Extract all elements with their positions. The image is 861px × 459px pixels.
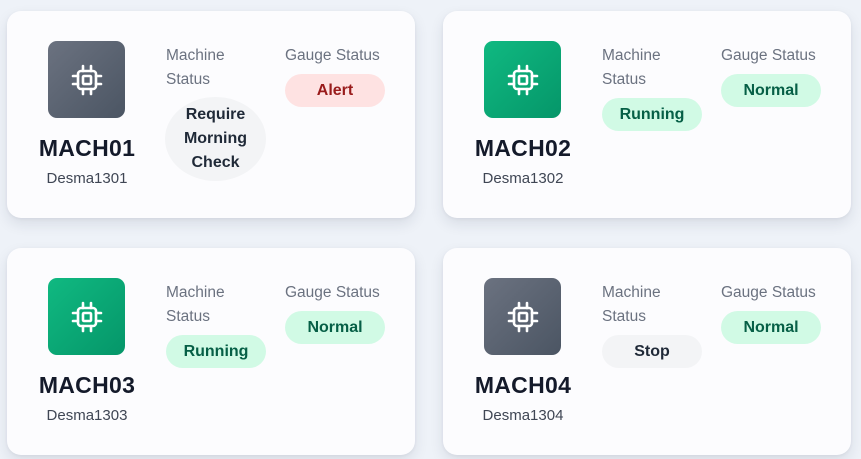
machine-id: MACH04 — [474, 372, 572, 398]
machine-model: Desma1304 — [482, 407, 564, 424]
machine-grid: MACH01 Desma1301 Machine Status Gauge St… — [0, 0, 861, 459]
gauge-status-label: Gauge Status — [721, 47, 816, 64]
machine-status-badge: Require Morning Check — [165, 97, 266, 181]
machine-status-badge: Running — [166, 335, 266, 368]
gauge-status-badge: Normal — [721, 74, 821, 107]
machine-model: Desma1301 — [46, 170, 128, 187]
gauge-status-badge: Normal — [721, 311, 821, 344]
machine-card[interactable]: MACH02 Desma1302 Machine Status Gauge St… — [443, 11, 851, 218]
machine-status-label: Machine Status — [166, 284, 225, 325]
machine-status-label: Machine Status — [602, 47, 661, 88]
gauge-status-label: Gauge Status — [285, 284, 380, 301]
machine-status-badge: Running — [602, 98, 702, 131]
machine-id: MACH02 — [474, 135, 572, 161]
machine-id: MACH03 — [38, 372, 136, 398]
gauge-status-badge: Alert — [285, 74, 385, 107]
machine-model: Desma1303 — [46, 407, 128, 424]
chip-icon — [484, 278, 561, 355]
machine-model: Desma1302 — [482, 170, 564, 187]
machine-status-label: Machine Status — [602, 284, 661, 325]
gauge-status-label: Gauge Status — [721, 284, 816, 301]
chip-icon — [484, 41, 561, 118]
chip-icon — [48, 41, 125, 118]
machine-status-badge: Stop — [602, 335, 702, 368]
machine-card[interactable]: MACH04 Desma1304 Machine Status Gauge St… — [443, 248, 851, 455]
machine-card[interactable]: MACH01 Desma1301 Machine Status Gauge St… — [7, 11, 415, 218]
chip-icon — [48, 278, 125, 355]
gauge-status-label: Gauge Status — [285, 47, 380, 64]
machine-id: MACH01 — [38, 135, 136, 161]
machine-card[interactable]: MACH03 Desma1303 Machine Status Gauge St… — [7, 248, 415, 455]
gauge-status-badge: Normal — [285, 311, 385, 344]
machine-status-label: Machine Status — [166, 47, 225, 88]
